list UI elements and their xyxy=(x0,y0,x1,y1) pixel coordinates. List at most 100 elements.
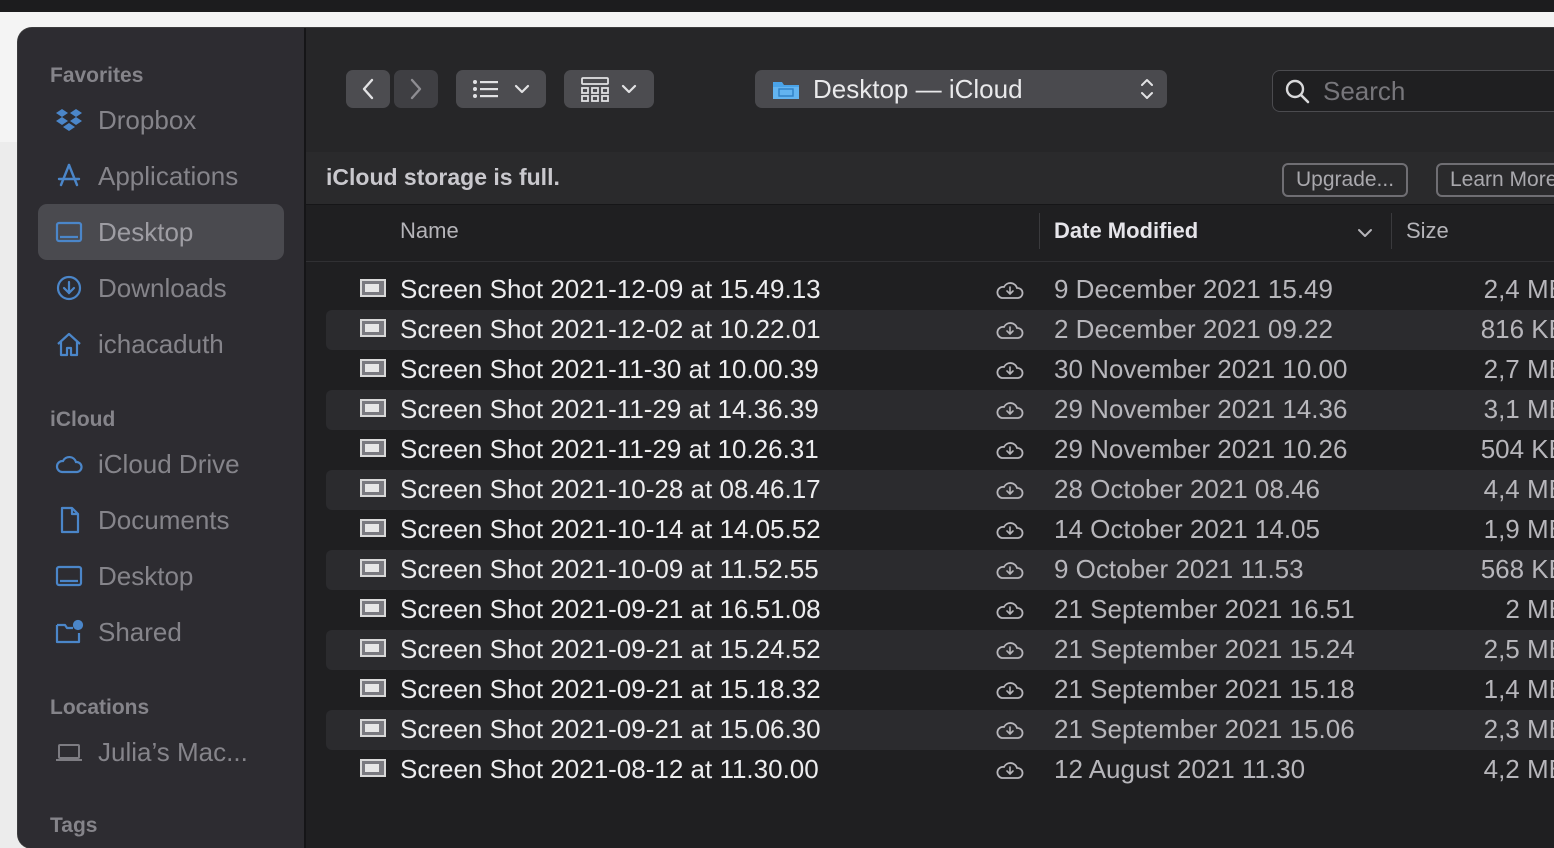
storage-full-message: iCloud storage is full. xyxy=(326,164,560,190)
column-date-modified[interactable]: Date Modified xyxy=(1054,218,1198,244)
sidebar-item-label: Downloads xyxy=(98,272,227,303)
file-row[interactable]: Screen Shot 2021-10-09 at 11.52.55 9 Octo… xyxy=(326,550,1554,590)
sidebar-item-downloads[interactable]: Downloads xyxy=(38,260,284,316)
sidebar-item-icloud-drive[interactable]: iCloud Drive xyxy=(38,436,284,492)
sidebar-item-documents[interactable]: Documents xyxy=(38,492,284,548)
icloud-download-icon[interactable] xyxy=(994,596,1026,624)
list-view-icon xyxy=(473,80,498,98)
sidebar-item-desktop[interactable]: Desktop xyxy=(38,204,284,260)
file-date: 28 October 2021 08.46 xyxy=(1054,474,1320,504)
file-date: 2 December 2021 09.22 xyxy=(1054,314,1333,344)
file-name: Screen Shot 2021-10-09 at 11.52.55 xyxy=(400,554,819,584)
chevron-down-icon xyxy=(514,84,530,94)
learn-more-button[interactable]: Learn More xyxy=(1436,163,1554,197)
icloud-download-icon[interactable] xyxy=(994,516,1026,544)
icloud-download-icon[interactable] xyxy=(994,636,1026,664)
path-popup[interactable]: Desktop — iCloud xyxy=(755,70,1167,108)
sidebar-item-label: Documents xyxy=(98,504,230,535)
applications-icon xyxy=(52,159,86,193)
screenshot-thumbnail-icon xyxy=(360,359,386,377)
file-date: 21 September 2021 15.24 xyxy=(1054,634,1355,664)
file-date: 9 December 2021 15.49 xyxy=(1054,274,1333,304)
path-title: Desktop — iCloud xyxy=(813,73,1023,104)
screenshot-thumbnail-icon xyxy=(360,559,386,577)
desktop-icon xyxy=(52,559,86,593)
home-icon xyxy=(52,327,86,361)
sidebar-item-icloud-desktop[interactable]: Desktop xyxy=(38,548,284,604)
file-name: Screen Shot 2021-12-02 at 10.22.01 xyxy=(400,314,821,344)
cloud-icon xyxy=(52,447,86,481)
sort-chevron-icon[interactable] xyxy=(1356,227,1374,239)
screenshot-thumbnail-icon xyxy=(360,479,386,497)
icloud-download-icon[interactable] xyxy=(994,396,1026,424)
search-field[interactable]: Search xyxy=(1272,70,1554,112)
icloud-download-icon[interactable] xyxy=(994,716,1026,744)
file-name: Screen Shot 2021-09-21 at 15.06.30 xyxy=(400,714,821,744)
file-row[interactable]: Screen Shot 2021-10-14 at 14.05.52 14 Oct… xyxy=(326,510,1554,550)
file-row[interactable]: Screen Shot 2021-09-21 at 15.18.32 21 Sep… xyxy=(326,670,1554,710)
sidebar-item-mac[interactable]: Julia’s Mac... xyxy=(38,724,284,780)
screenshot-thumbnail-icon xyxy=(360,639,386,657)
dropbox-icon xyxy=(52,103,86,137)
icloud-download-icon[interactable] xyxy=(994,476,1026,504)
sidebar-item-label: Desktop xyxy=(98,216,194,247)
sidebar-item-label: Julia’s Mac... xyxy=(98,736,248,767)
file-row[interactable]: Screen Shot 2021-10-28 at 08.46.17 28 Oct… xyxy=(326,470,1554,510)
forward-button[interactable] xyxy=(394,70,438,108)
chevron-left-icon xyxy=(362,78,374,100)
file-name: Screen Shot 2021-12-09 at 15.49.13 xyxy=(400,274,821,304)
sidebar-item-dropbox[interactable]: Dropbox xyxy=(38,92,284,148)
column-name[interactable]: Name xyxy=(400,218,459,244)
icloud-download-icon[interactable] xyxy=(994,556,1026,584)
file-row[interactable]: Screen Shot 2021-09-21 at 15.24.52 21 Sep… xyxy=(326,630,1554,670)
sidebar-item-label: Desktop xyxy=(98,560,194,591)
file-size: 568 KB xyxy=(1480,554,1554,584)
column-separator xyxy=(1391,213,1392,249)
file-date: 29 November 2021 14.36 xyxy=(1054,394,1348,424)
desktop-icon xyxy=(52,215,86,249)
sidebar-item-label: iCloud Drive xyxy=(98,448,240,479)
file-name: Screen Shot 2021-09-21 at 15.24.52 xyxy=(400,634,821,664)
sidebar-item-home[interactable]: ichacaduth xyxy=(38,316,284,372)
icloud-download-icon[interactable] xyxy=(994,276,1026,304)
file-size: 4,4 MB xyxy=(1483,474,1554,504)
icloud-download-icon[interactable] xyxy=(994,356,1026,384)
file-name: Screen Shot 2021-08-12 at 11.30.00 xyxy=(400,754,819,784)
screenshot-thumbnail-icon xyxy=(360,439,386,457)
icloud-download-icon[interactable] xyxy=(994,756,1026,784)
file-row[interactable]: Screen Shot 2021-11-30 at 10.00.39 30 Nov… xyxy=(326,350,1554,390)
file-row[interactable]: Screen Shot 2021-09-21 at 15.06.30 21 Sep… xyxy=(326,710,1554,750)
chevron-down-icon xyxy=(621,84,637,94)
document-icon xyxy=(52,503,86,537)
file-row[interactable]: Screen Shot 2021-12-02 at 10.22.01 2 Dece… xyxy=(326,310,1554,350)
file-size: 1,9 MB xyxy=(1483,514,1554,544)
back-button[interactable] xyxy=(346,70,390,108)
file-name: Screen Shot 2021-11-30 at 10.00.39 xyxy=(400,354,819,384)
file-row[interactable]: Screen Shot 2021-09-21 at 16.51.08 21 Sep… xyxy=(326,590,1554,630)
upgrade-button[interactable]: Upgrade... xyxy=(1282,163,1409,197)
file-size: 2,7 MB xyxy=(1483,354,1554,384)
screenshot-thumbnail-icon xyxy=(360,599,386,617)
sidebar-item-shared[interactable]: Shared xyxy=(38,604,284,660)
file-name: Screen Shot 2021-09-21 at 16.51.08 xyxy=(400,594,821,624)
file-row[interactable]: Screen Shot 2021-11-29 at 10.26.31 29 Nov… xyxy=(326,430,1554,470)
tags-section-title: Tags xyxy=(50,814,98,837)
screenshot-thumbnail-icon xyxy=(360,519,386,537)
file-row[interactable]: Screen Shot 2021-08-12 at 11.30.00 12 Aug… xyxy=(326,750,1554,790)
icloud-download-icon[interactable] xyxy=(994,316,1026,344)
file-name: Screen Shot 2021-11-29 at 14.36.39 xyxy=(400,394,819,424)
sidebar-item-applications[interactable]: Applications xyxy=(38,148,284,204)
icloud-download-icon[interactable] xyxy=(994,676,1026,704)
file-row[interactable]: Screen Shot 2021-12-09 at 15.49.13 9 Dece… xyxy=(326,270,1554,310)
toolbar: Desktop — iCloud Search xyxy=(306,28,1554,153)
file-date: 21 September 2021 15.06 xyxy=(1054,714,1355,744)
file-row[interactable]: Screen Shot 2021-11-29 at 14.36.39 29 Nov… xyxy=(326,390,1554,430)
column-size[interactable]: Size xyxy=(1406,218,1449,244)
folder-icon xyxy=(773,82,799,99)
view-list-button[interactable] xyxy=(456,70,546,108)
column-separator xyxy=(1039,213,1040,249)
group-button[interactable] xyxy=(564,70,654,108)
sidebar-item-label: Shared xyxy=(98,616,182,647)
icloud-download-icon[interactable] xyxy=(994,436,1026,464)
screenshot-thumbnail-icon xyxy=(360,679,386,697)
